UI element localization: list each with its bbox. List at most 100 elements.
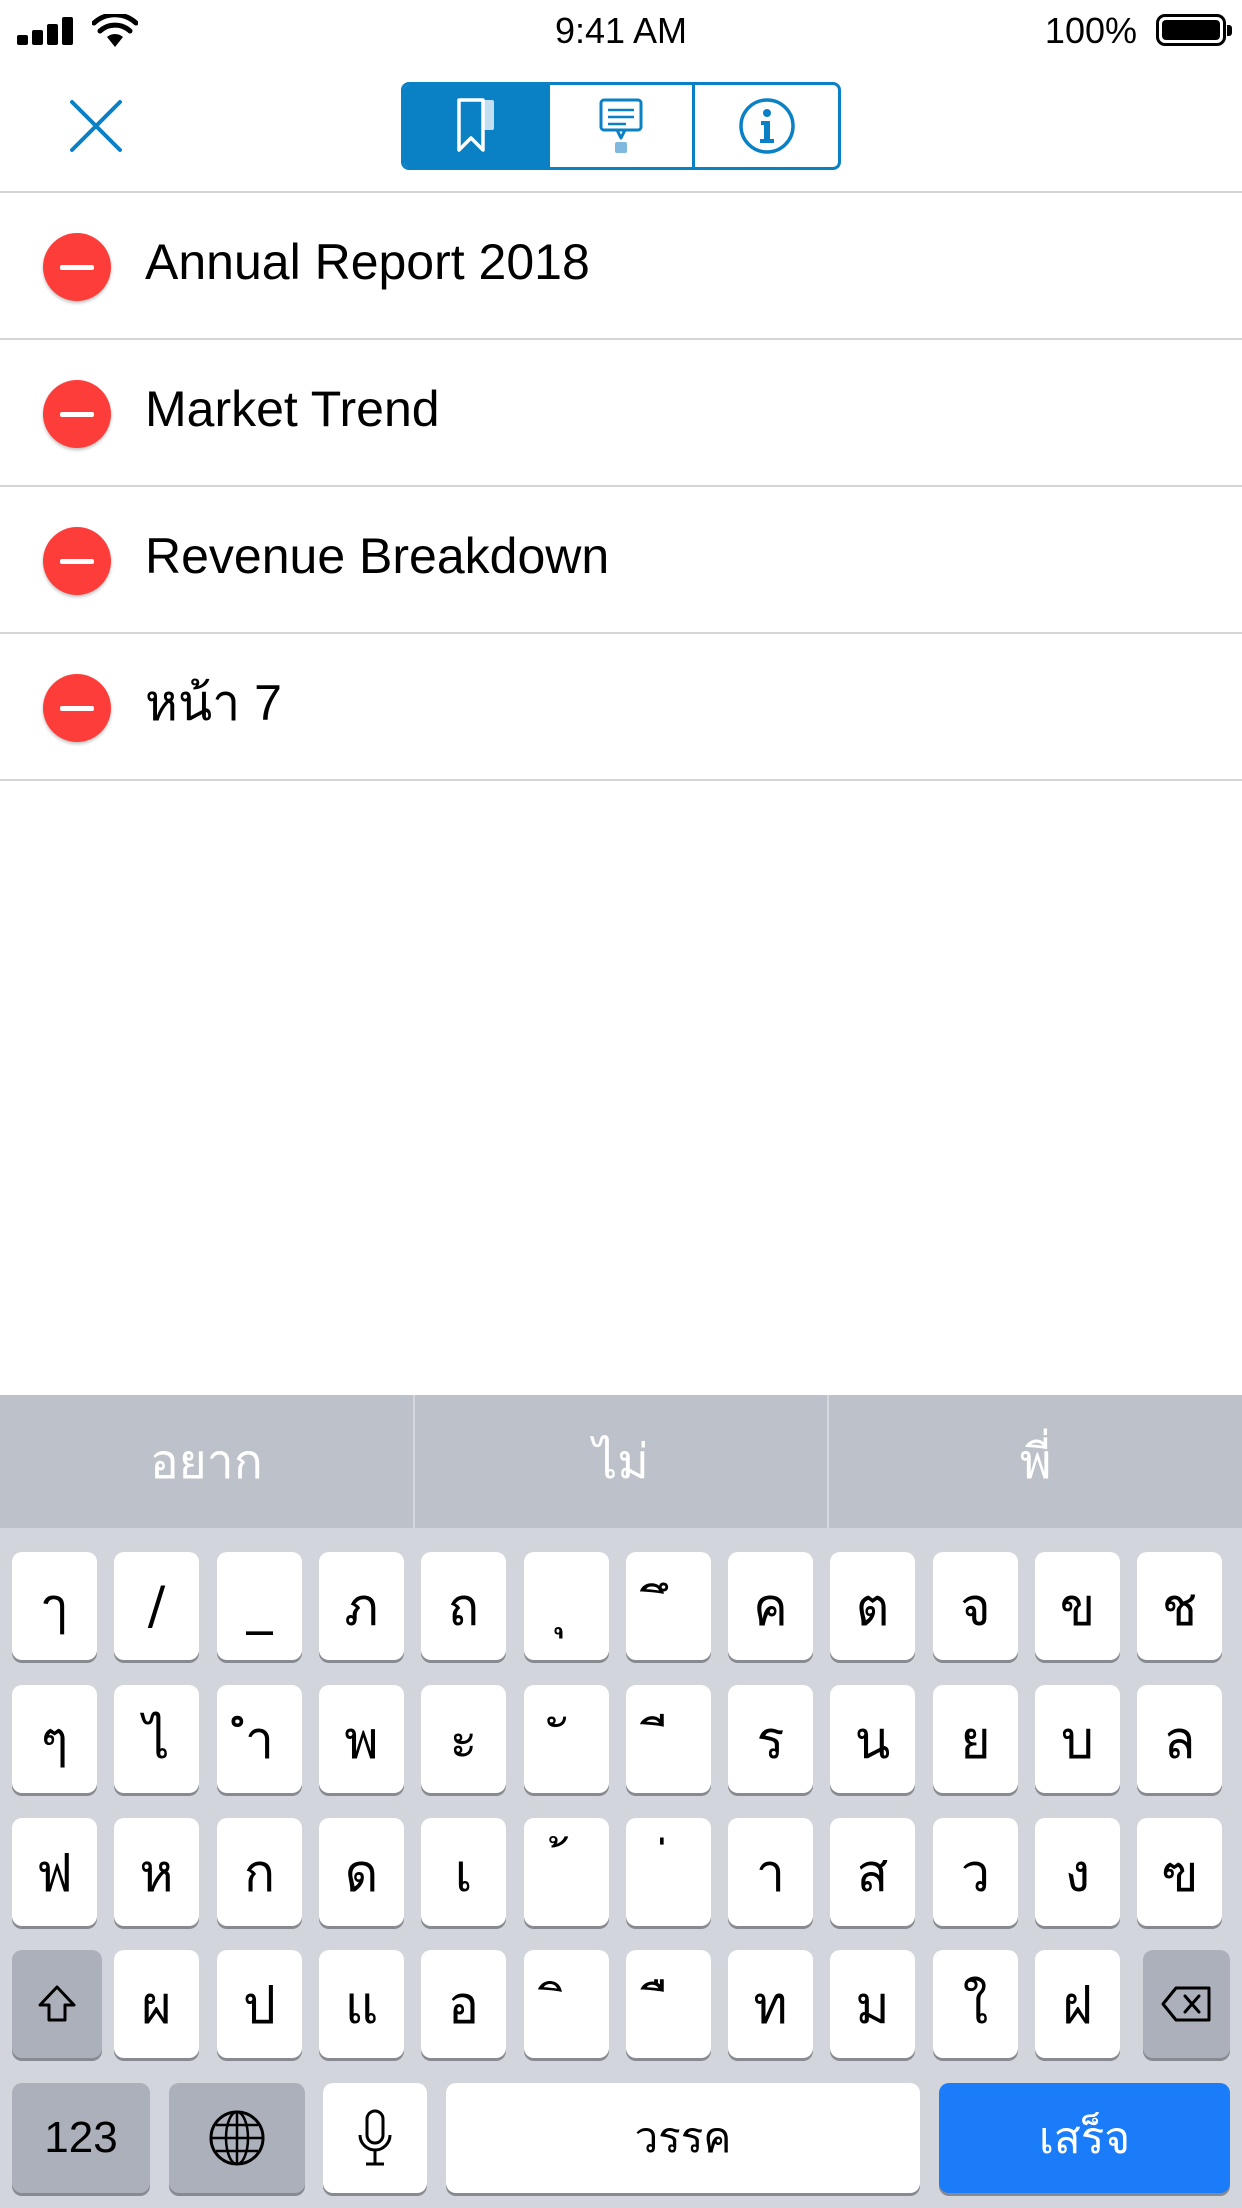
keyboard-key[interactable]: ฟ: [12, 1818, 97, 1926]
keyboard-key[interactable]: ช: [1137, 1552, 1222, 1660]
list-item[interactable]: Annual Report 2018: [0, 193, 1242, 340]
view-segmented-control: [401, 82, 841, 170]
keyboard-key-label: อ: [447, 1975, 480, 2036]
keyboard-key[interactable]: ย: [933, 1685, 1018, 1793]
keyboard-key[interactable]: ี: [626, 1685, 711, 1793]
shift-key[interactable]: [12, 1950, 102, 2058]
keyboard-key-label: ถ: [447, 1577, 480, 1638]
keyboard-key-label: ย: [960, 1710, 991, 1771]
keyboard-key[interactable]: เ: [421, 1818, 506, 1926]
space-key[interactable]: วรรค: [446, 2083, 920, 2193]
microphone-icon: [358, 2109, 392, 2166]
keyboard-key[interactable]: ด: [319, 1818, 404, 1926]
list-item[interactable]: Revenue Breakdown: [0, 487, 1242, 634]
keyboard-key[interactable]: อ: [421, 1950, 506, 2058]
keyboard-key-label: ส: [856, 1843, 889, 1904]
keyboard-key[interactable]: ร: [728, 1685, 813, 1793]
suggestion[interactable]: พี่: [827, 1395, 1242, 1528]
delete-key[interactable]: [1143, 1950, 1230, 2058]
keyboard-key[interactable]: ึ: [626, 1552, 711, 1660]
keyboard-key[interactable]: /: [114, 1552, 199, 1660]
keyboard-key[interactable]: ไ: [114, 1685, 199, 1793]
status-bar: 9:41 AM 100%: [0, 0, 1242, 60]
keyboard-key[interactable]: _: [217, 1552, 302, 1660]
keyboard-key-label: ะ: [449, 1710, 478, 1771]
keyboard-key-label: ว: [960, 1843, 991, 1904]
delete-icon[interactable]: [43, 380, 111, 448]
keyboard-key[interactable]: ส: [830, 1818, 915, 1926]
done-key-label: เสร็จ: [1038, 2113, 1131, 2164]
space-key-label: วรรค: [634, 2113, 732, 2162]
keyboard-key[interactable]: ๅ: [12, 1552, 97, 1660]
keyboard-key-label: ข: [1059, 1577, 1096, 1638]
keyboard-key-label: ค: [753, 1577, 788, 1638]
tab-bookmarks[interactable]: [404, 85, 547, 167]
close-button[interactable]: [60, 90, 132, 162]
keyboard-key-label: ล: [1163, 1710, 1196, 1771]
bookmark-icon: [457, 98, 495, 152]
keyboard-key[interactable]: ่: [626, 1818, 711, 1926]
keyboard-key[interactable]: ฃ: [1137, 1818, 1222, 1926]
keyboard-key-label: ฃ: [1161, 1843, 1198, 1904]
keyboard-key-label: เ: [454, 1843, 473, 1904]
close-icon: [70, 100, 122, 152]
keyboard-key[interactable]: แ: [319, 1950, 404, 2058]
delete-icon[interactable]: [43, 674, 111, 742]
list-item[interactable]: Market Trend: [0, 340, 1242, 487]
keyboard-key[interactable]: ท: [728, 1950, 813, 2058]
delete-icon[interactable]: [43, 527, 111, 595]
keyboard-key[interactable]: ิ: [524, 1950, 609, 2058]
keyboard-key[interactable]: ก: [217, 1818, 302, 1926]
keyboard-key-label: ด: [344, 1843, 379, 1904]
keyboard-key-label: จ: [960, 1577, 991, 1638]
bookmark-title: Market Trend: [145, 381, 440, 437]
keyboard-key-label: ภ: [344, 1577, 379, 1638]
keyboard-key[interactable]: ะ: [421, 1685, 506, 1793]
list-item[interactable]: หน้า 7: [0, 634, 1242, 781]
keyboard-key[interactable]: ฝ: [1035, 1950, 1120, 2058]
info-icon: [738, 98, 795, 154]
keyboard-key[interactable]: จ: [933, 1552, 1018, 1660]
battery-icon: [1156, 14, 1232, 46]
suggestion[interactable]: ไม่: [412, 1395, 828, 1528]
numbers-key[interactable]: 123: [12, 2083, 150, 2193]
keyboard-key[interactable]: ุ: [524, 1552, 609, 1660]
globe-key[interactable]: [169, 2083, 305, 2193]
keyboard-key[interactable]: ง: [1035, 1818, 1120, 1926]
keyboard-key-label: ท: [753, 1975, 788, 2036]
tab-annotations[interactable]: [546, 85, 693, 167]
predictive-bar: อยาก ไม่ พี่: [0, 1395, 1242, 1528]
keyboard-key-label: ต: [855, 1577, 890, 1638]
keyboard-key[interactable]: ห: [114, 1818, 199, 1926]
done-key[interactable]: เสร็จ: [939, 2083, 1230, 2193]
suggestion[interactable]: อยาก: [0, 1395, 413, 1528]
keyboard-key[interactable]: ใ: [933, 1950, 1018, 2058]
keyboard-key[interactable]: ผ: [114, 1950, 199, 2058]
keyboard-key[interactable]: ั: [524, 1685, 609, 1793]
keyboard-key-label: ป: [242, 1975, 276, 2036]
keyboard-key[interactable]: ล: [1137, 1685, 1222, 1793]
keyboard-key[interactable]: ป: [217, 1950, 302, 2058]
keyboard-key-label: _: [246, 1576, 273, 1636]
keyboard-key[interactable]: ต: [830, 1552, 915, 1660]
keyboard-key[interactable]: บ: [1035, 1685, 1120, 1793]
keyboard-key[interactable]: า: [728, 1818, 813, 1926]
microphone-key[interactable]: [323, 2083, 427, 2193]
keyboard-key[interactable]: ข: [1035, 1552, 1120, 1660]
keyboard-key[interactable]: ถ: [421, 1552, 506, 1660]
keyboard-key[interactable]: ว: [933, 1818, 1018, 1926]
delete-icon[interactable]: [43, 233, 111, 301]
keyboard-key[interactable]: ภ: [319, 1552, 404, 1660]
keyboard-key-label: ๅ: [41, 1577, 68, 1638]
tab-info[interactable]: [692, 85, 838, 167]
keyboard-key[interactable]: ้: [524, 1818, 609, 1926]
keyboard-key[interactable]: ื: [626, 1950, 711, 2058]
keyboard-key[interactable]: น: [830, 1685, 915, 1793]
keyboard-key[interactable]: ม: [830, 1950, 915, 2058]
keyboard-key-label: ไ: [143, 1710, 170, 1771]
keyboard-key[interactable]: พ: [319, 1685, 404, 1793]
keyboard-key-label: ฟ: [36, 1843, 73, 1904]
keyboard-key[interactable]: ๆ: [12, 1685, 97, 1793]
keyboard-key[interactable]: ำ: [217, 1685, 302, 1793]
keyboard-key[interactable]: ค: [728, 1552, 813, 1660]
